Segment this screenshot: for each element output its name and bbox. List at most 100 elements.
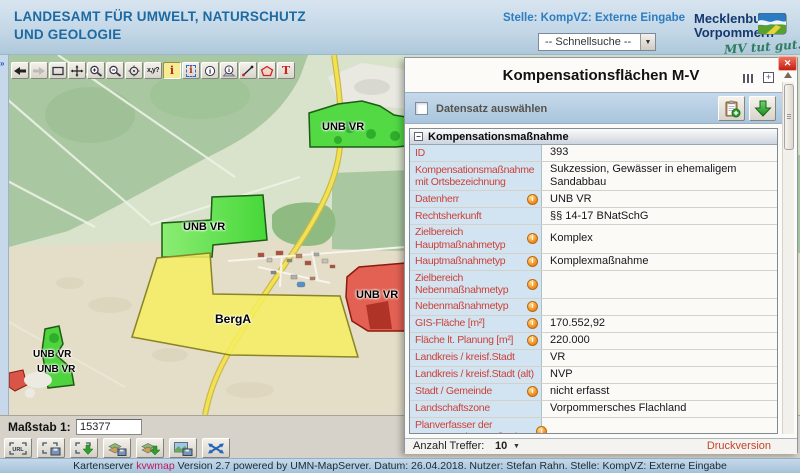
field-label-cell: Stadt / Gemeindei <box>410 384 542 400</box>
help-icon[interactable]: i <box>527 233 538 244</box>
new-record-button[interactable] <box>718 96 745 121</box>
table-row: Landkreis / kreisf.StadtVR <box>410 350 777 367</box>
map-area-label: UNB VR <box>37 364 75 375</box>
table-row: DatenherriUNB VR <box>410 191 777 208</box>
field-label: ID <box>415 147 538 160</box>
extent-url-button[interactable]: URL <box>4 438 32 458</box>
info-icon: i <box>170 64 174 77</box>
url-glyph: URL <box>12 447 24 453</box>
table-row: Rechtsherkunft§§ 14-17 BNatSchG <box>410 208 777 225</box>
measure-button[interactable] <box>239 62 257 79</box>
export-download-button[interactable] <box>749 96 776 121</box>
field-value: UNB VR <box>542 191 777 207</box>
text-annotation-button[interactable]: T <box>277 62 295 79</box>
quick-search-value: -- Schnellsuche -- <box>539 36 640 48</box>
svg-text:i: i <box>228 67 230 74</box>
field-value: Vorpommersches Flachland <box>542 401 777 417</box>
redlining-polygon-button[interactable] <box>258 62 276 79</box>
field-label-cell: Zielbereich Hauptmaßnahmetypi <box>410 225 542 252</box>
help-icon[interactable]: i <box>527 256 538 267</box>
object-info-button[interactable]: i <box>201 62 219 79</box>
table-row: ID393 <box>410 145 777 162</box>
hits-count-select[interactable]: 10 <box>495 440 507 452</box>
maximize-map-button[interactable] <box>202 438 230 458</box>
map-area-label: UNB VR <box>322 121 364 133</box>
help-icon[interactable]: i <box>527 386 538 397</box>
help-icon[interactable]: i <box>527 301 538 312</box>
table-row: Landkreis / kreisf.Stadt (alt)NVP <box>410 367 777 384</box>
attribute-table: − Kompensationsmaßnahme ID393 Kompensatio… <box>409 128 778 434</box>
collapse-icon[interactable]: − <box>414 132 423 141</box>
history-back-button[interactable] <box>11 62 29 79</box>
logo-slogan: MV tut gut. <box>724 37 800 56</box>
map-area-label: BergA <box>215 312 251 326</box>
table-row: Zielbereich Nebenmaßnahmetypi <box>410 271 777 299</box>
expand-icon[interactable]: + <box>763 72 774 83</box>
attribute-rows: ID393 Kompensationsmaßnahme mit Ortsbezei… <box>410 145 777 434</box>
chevron-down-icon[interactable]: ▼ <box>513 443 520 450</box>
feature-info-button[interactable]: i <box>163 62 181 79</box>
field-value: 170.552,92 <box>542 316 777 332</box>
mv-flag-icon <box>758 13 788 41</box>
center-point-button[interactable] <box>125 62 143 79</box>
save-map-image-button[interactable] <box>169 438 197 458</box>
query-coordinates-button[interactable]: x,y? <box>144 62 162 79</box>
field-value: VR <box>542 350 777 366</box>
close-button[interactable]: ✕ <box>778 56 797 71</box>
field-value: Komplex <box>542 225 777 252</box>
save-layer-settings-button[interactable] <box>103 438 131 458</box>
footer-text-pre: Kartenserver <box>73 460 136 472</box>
table-row: Nebenmaßnahmetypi <box>410 299 777 316</box>
scrollbar-thumb[interactable] <box>784 84 794 150</box>
help-icon[interactable]: i <box>527 318 538 329</box>
scale-input[interactable] <box>76 419 142 435</box>
quick-search-select[interactable]: -- Schnellsuche -- ▼ <box>538 33 656 51</box>
field-label-cell: GIS-Fläche [m²]i <box>410 316 542 332</box>
hits-label: Anzahl Treffer: <box>413 440 484 452</box>
scroll-up-icon[interactable] <box>784 72 792 78</box>
panel-bottom-bar: Anzahl Treffer: 10 ▼ Druckversion <box>405 438 797 454</box>
print-version-link[interactable]: Druckversion <box>707 440 771 452</box>
zoom-out-button[interactable] <box>106 62 124 79</box>
select-record-checkbox[interactable] <box>415 102 428 115</box>
header: LANDESAMT FÜR UMWELT, NATURSCHUTZ UND GE… <box>0 0 800 55</box>
scale-label: Maßstab 1: <box>8 420 71 434</box>
select-record-label: Datensatz auswählen <box>436 103 547 115</box>
feature-info-box-button[interactable]: i <box>182 62 200 79</box>
table-row: HauptmaßnahmetypiKomplexmaßnahme <box>410 254 777 271</box>
help-icon[interactable]: i <box>527 194 538 205</box>
full-extent-button[interactable] <box>49 62 67 79</box>
field-value <box>542 271 777 298</box>
map-toolbar: x,y? i i i i T <box>11 62 295 79</box>
help-icon[interactable]: i <box>527 279 538 290</box>
field-label: Rechtsherkunft <box>415 210 538 223</box>
zoom-in-button[interactable] <box>87 62 105 79</box>
save-extent-button[interactable] <box>37 438 65 458</box>
field-label-cell: Landkreis / kreisf.Stadt (alt) <box>410 367 542 383</box>
help-icon[interactable]: i <box>527 335 538 346</box>
load-layer-settings-button[interactable] <box>136 438 164 458</box>
field-label: GIS-Fläche [m²] <box>415 317 525 330</box>
table-row: GIS-Fläche [m²]i170.552,92 <box>410 316 777 333</box>
legend-expander-icon[interactable]: » <box>0 59 4 68</box>
kvwmap-link[interactable]: kvwmap <box>136 460 175 472</box>
field-label: Kompensationsmaßnahme mit Ortsbezeichnun… <box>415 164 538 189</box>
field-value <box>542 418 777 434</box>
mv-logo: Mecklenburg Vorpommern MV tut gut. <box>694 12 794 39</box>
history-forward-button[interactable] <box>30 62 48 79</box>
field-value <box>542 299 777 315</box>
field-label-cell: Datenherri <box>410 191 542 207</box>
panel-toolbar: Datensatz auswählen <box>405 92 782 124</box>
panel-scrollbar[interactable] <box>782 82 794 434</box>
load-extent-button[interactable] <box>70 438 98 458</box>
panel-title-bar: Kompensationsflächen M-V + <box>405 58 797 92</box>
field-label: Planverfasser der Kompensationsmaßnahme <box>415 419 534 434</box>
area-info-button[interactable]: i <box>220 62 238 79</box>
field-value: Komplexmaßnahme <box>542 254 777 270</box>
agency-title: LANDESAMT FÜR UMWELT, NATURSCHUTZ UND GE… <box>14 8 306 43</box>
table-row: Fläche lt. Planung [m²]i220.000 <box>410 333 777 350</box>
table-row: Zielbereich HauptmaßnahmetypiKomplex <box>410 225 777 253</box>
pan-button[interactable] <box>68 62 86 79</box>
section-title: Kompensationsmaßnahme <box>428 131 569 143</box>
columns-icon[interactable] <box>743 74 753 83</box>
